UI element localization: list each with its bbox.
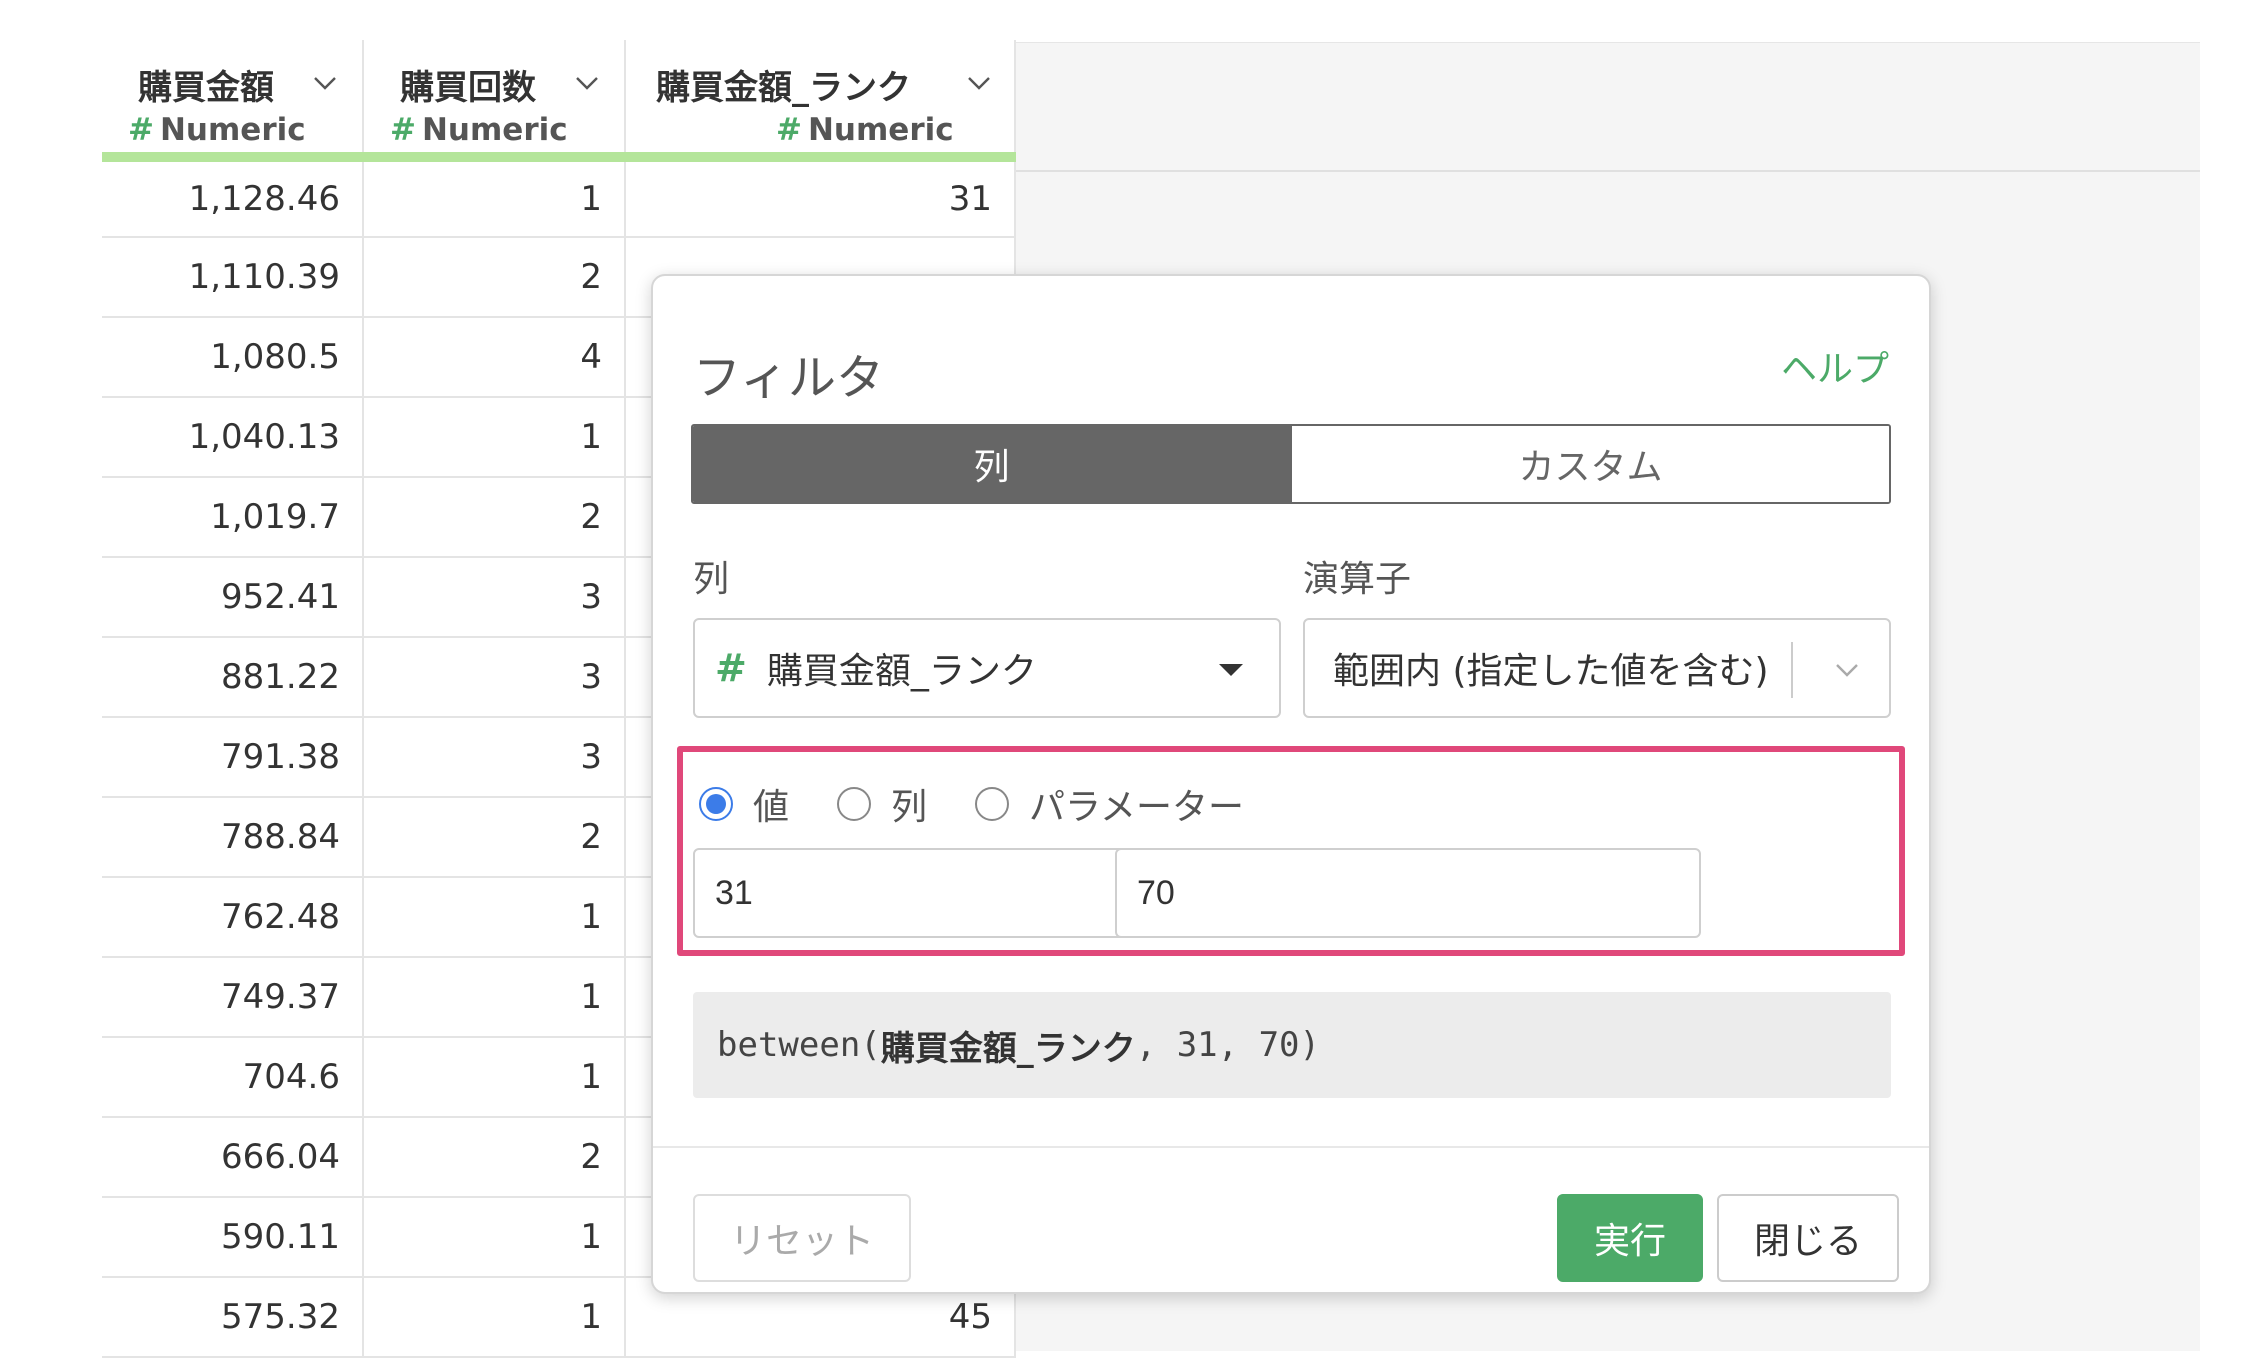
table-cell: 788.84 <box>102 797 364 878</box>
operator-select[interactable]: 範囲内 (指定した値を含む) <box>1303 618 1891 718</box>
table-cell: 1 <box>363 1197 626 1278</box>
table-cell: 575.32 <box>102 1277 364 1358</box>
radio-column-label: 列 <box>891 787 928 828</box>
table-cell: 1,110.39 <box>102 237 364 318</box>
numeric-hash-icon: # <box>390 112 416 148</box>
table-cell: 1 <box>363 397 626 478</box>
value-input-section: 値 列 パラメーター <box>677 746 1905 956</box>
help-link[interactable]: ヘルプ <box>1781 340 1889 392</box>
chevron-down-icon[interactable] <box>574 70 600 96</box>
tab-column[interactable]: 列 <box>693 426 1290 502</box>
operator-field-label: 演算子 <box>1303 559 1412 600</box>
mode-tabs: 列 カスタム <box>691 424 1891 504</box>
caret-down-icon <box>1219 664 1243 676</box>
table-cell: 1 <box>363 877 626 958</box>
table-cell: 4 <box>363 317 626 398</box>
column-type: # Numeric <box>128 112 306 148</box>
table-cell: 704.6 <box>102 1037 364 1118</box>
chevron-down-icon[interactable] <box>312 70 338 96</box>
table-cell: 881.22 <box>102 637 364 718</box>
table-cell: 749.37 <box>102 957 364 1038</box>
dialog-title: フィルタ <box>693 350 885 406</box>
column-name: 購買金額_ランク <box>656 68 911 108</box>
table-cell: 762.48 <box>102 877 364 958</box>
table-cell: 1,019.7 <box>102 477 364 558</box>
column-name: 購買回数 <box>400 68 536 108</box>
reset-button[interactable]: リセット <box>693 1194 911 1282</box>
column-field-label: 列 <box>693 559 730 600</box>
table-cell: 1,040.13 <box>102 397 364 478</box>
table-row: 1,128.46 1 31 <box>102 157 1016 238</box>
numeric-hash-icon: # <box>128 112 154 148</box>
chevron-down-icon[interactable] <box>1833 656 1861 684</box>
column-type: # Numeric <box>776 112 954 148</box>
filter-dialog: フィルタ ヘルプ 列 カスタム 列 演算子 # 購買金額_ランク 範囲内 (指定… <box>651 274 1931 1294</box>
tab-custom[interactable]: カスタム <box>1290 426 1889 502</box>
table-cell: 952.41 <box>102 557 364 638</box>
radio-parameter[interactable] <box>975 787 1010 821</box>
table-cell: 1 <box>363 1037 626 1118</box>
run-button[interactable]: 実行 <box>1557 1194 1703 1282</box>
column-select-value: 購買金額_ランク <box>766 651 1037 692</box>
table-cell: 3 <box>363 557 626 638</box>
expression-preview: between(購買金額_ランク, 31, 70) <box>693 992 1891 1098</box>
radio-column[interactable] <box>837 787 872 821</box>
dialog-divider <box>653 1146 1929 1148</box>
column-header-purchase-amount-rank[interactable]: 購買金額_ランク # Numeric <box>625 40 1016 162</box>
table-cell: 1 <box>363 1277 626 1358</box>
column-select[interactable]: # 購買金額_ランク <box>693 618 1281 718</box>
table-cell: 2 <box>363 797 626 878</box>
table-cell: 31 <box>625 157 1016 238</box>
table-cell: 791.38 <box>102 717 364 798</box>
table-cell: 1 <box>363 157 626 238</box>
column-header-purchase-count[interactable]: 購買回数 # Numeric <box>363 40 626 162</box>
column-header-purchase-amount[interactable]: 購買金額 # Numeric <box>102 40 364 162</box>
radio-parameter-label: パラメーター <box>1029 787 1244 828</box>
table-cell: 1 <box>363 957 626 1038</box>
select-separator <box>1791 642 1793 698</box>
table-cell: 3 <box>363 637 626 718</box>
table-cell: 1,128.46 <box>102 157 364 238</box>
column-name: 購買金額 <box>138 68 274 108</box>
table-cell: 666.04 <box>102 1117 364 1198</box>
radio-value-label: 値 <box>753 787 790 828</box>
column-type: # Numeric <box>390 112 568 148</box>
table-cell: 2 <box>363 477 626 558</box>
value-source-radio-group: 値 列 パラメーター <box>699 778 1292 830</box>
range-to-input[interactable] <box>1115 848 1701 938</box>
numeric-hash-icon: # <box>715 646 747 690</box>
close-button[interactable]: 閉じる <box>1717 1194 1899 1282</box>
operator-select-value: 範囲内 (指定した値を含む) <box>1333 651 1769 692</box>
table-cell: 590.11 <box>102 1197 364 1278</box>
radio-value[interactable] <box>699 787 733 821</box>
table-cell: 2 <box>363 237 626 318</box>
numeric-hash-icon: # <box>776 112 802 148</box>
table-cell: 1,080.5 <box>102 317 364 398</box>
table-cell: 2 <box>363 1117 626 1198</box>
table-cell: 3 <box>363 717 626 798</box>
chevron-down-icon[interactable] <box>966 70 992 96</box>
